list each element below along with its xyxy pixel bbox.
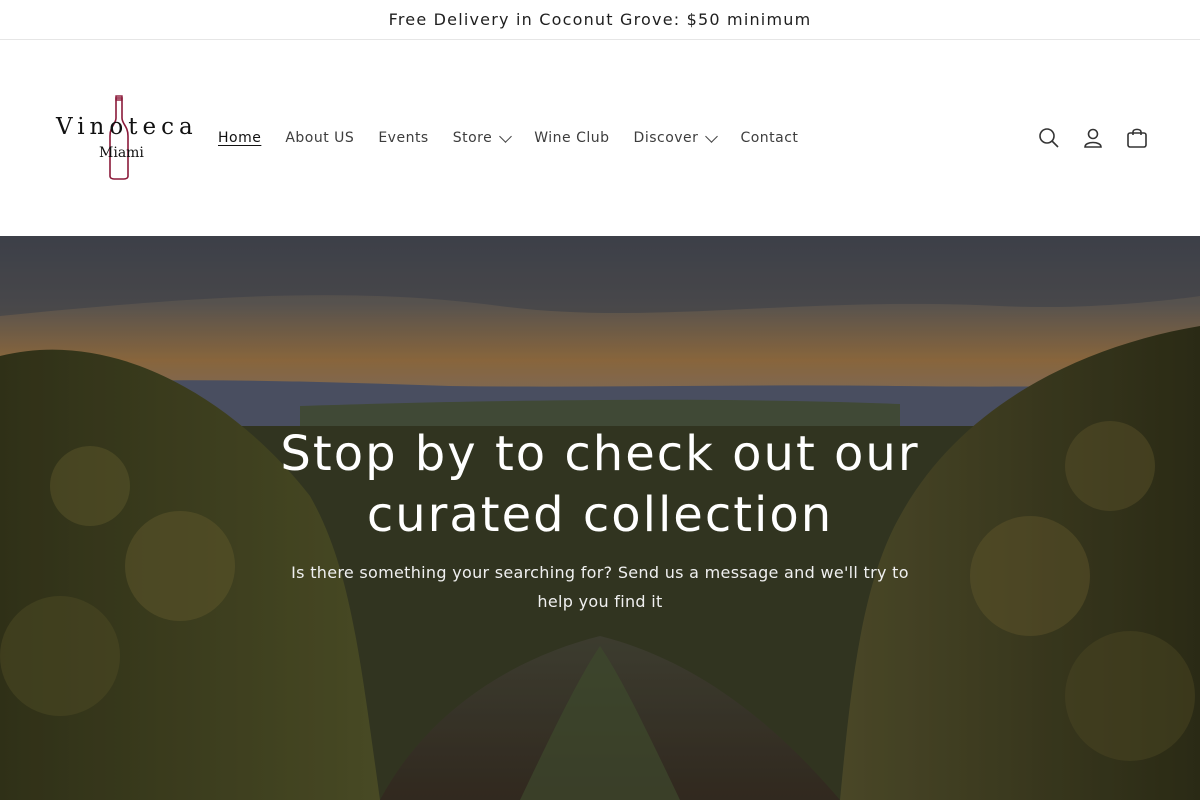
nav-item-contact[interactable]: Contact (740, 130, 798, 146)
nav-label: Wine Club (534, 130, 610, 146)
account-icon[interactable] (1080, 125, 1106, 151)
nav-item-about[interactable]: About US (285, 130, 354, 146)
hero-subtitle: Is there something your searching for? S… (291, 563, 909, 611)
search-icon[interactable] (1036, 125, 1062, 151)
announcement-text: Free Delivery in Coconut Grove: $50 mini… (388, 10, 812, 29)
nav-item-wine-club[interactable]: Wine Club (534, 130, 609, 146)
logo-text-main: Vinoteca (56, 114, 198, 140)
nav-label: Home (218, 130, 262, 146)
nav-item-discover[interactable]: Discover (633, 129, 719, 146)
nav-item-events[interactable]: Events (378, 130, 428, 146)
chevron-down-icon (499, 129, 513, 143)
nav-label: Contact (740, 130, 799, 146)
nav-label: Events (378, 130, 429, 146)
nav-label: Discover (633, 130, 699, 146)
hero-title: Stop by to check out our curated collect… (280, 426, 920, 543)
hero-banner: Stop by to check out our curated collect… (0, 236, 1200, 800)
nav-item-store[interactable]: Store (452, 129, 513, 146)
site-logo[interactable]: Vinoteca Miami (56, 94, 193, 182)
header-icons (1036, 125, 1150, 151)
cart-icon[interactable] (1124, 125, 1150, 151)
hero-content: Stop by to check out our curated collect… (0, 424, 1200, 616)
site-header: Vinoteca Miami Home About US Events Stor… (0, 40, 1200, 236)
announcement-bar: Free Delivery in Coconut Grove: $50 mini… (0, 0, 1200, 40)
nav-label: About US (285, 130, 355, 146)
main-nav: Home About US Events Store Wine Club Dis… (218, 129, 822, 146)
logo-text-sub: Miami (99, 145, 144, 161)
nav-item-home[interactable]: Home (218, 130, 261, 146)
chevron-down-icon (705, 129, 719, 143)
nav-label: Store (452, 130, 493, 146)
